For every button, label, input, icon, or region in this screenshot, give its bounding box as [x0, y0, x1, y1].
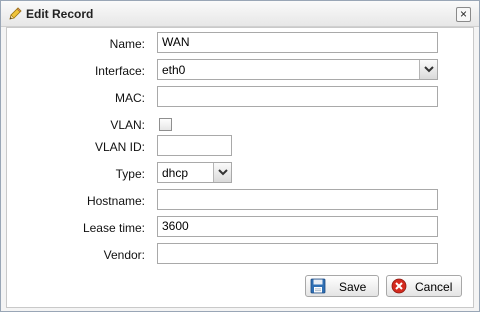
interface-select[interactable]: eth0 [157, 59, 438, 80]
floppy-disk-icon [310, 278, 326, 294]
cancel-button-label: Cancel [415, 280, 453, 294]
save-button-label: Save [339, 280, 367, 294]
type-label: Type: [115, 167, 145, 181]
interface-label: Interface: [94, 64, 145, 78]
type-select[interactable]: dhcp [157, 162, 232, 183]
vendor-label: Vendor: [103, 248, 145, 262]
dialog-title: Edit Record [26, 7, 94, 21]
save-button[interactable]: Save [305, 275, 379, 297]
chevron-down-icon[interactable] [419, 60, 437, 79]
lease-time-label: Lease time: [82, 221, 145, 235]
edit-record-dialog: Edit Record × Name: WAN Interface: eth0 … [0, 0, 480, 312]
chevron-down-icon[interactable] [213, 163, 231, 182]
hostname-label: Hostname: [86, 194, 145, 208]
vlan-checkbox[interactable] [159, 118, 172, 131]
interface-select-value: eth0 [162, 63, 186, 77]
mac-input[interactable] [157, 86, 438, 107]
vlan-id-input[interactable] [157, 135, 232, 156]
red-x-circle-icon [391, 278, 407, 294]
name-input[interactable]: WAN [157, 32, 438, 53]
cancel-button[interactable]: Cancel [386, 275, 462, 297]
name-label: Name: [109, 37, 145, 51]
vlan-id-label: VLAN ID: [94, 140, 145, 154]
vlan-label: VLAN: [110, 118, 145, 132]
close-icon[interactable]: × [456, 7, 471, 22]
type-select-value: dhcp [162, 166, 189, 180]
vendor-input[interactable] [157, 243, 438, 264]
pencil-icon [7, 6, 23, 22]
record-form: Name: WAN Interface: eth0 MAC: VLAN: VLA… [6, 27, 474, 308]
hostname-input[interactable] [157, 189, 438, 210]
dialog-titlebar[interactable]: Edit Record × [1, 1, 479, 27]
mac-label: MAC: [115, 91, 145, 105]
lease-time-input[interactable]: 3600 [157, 216, 438, 237]
